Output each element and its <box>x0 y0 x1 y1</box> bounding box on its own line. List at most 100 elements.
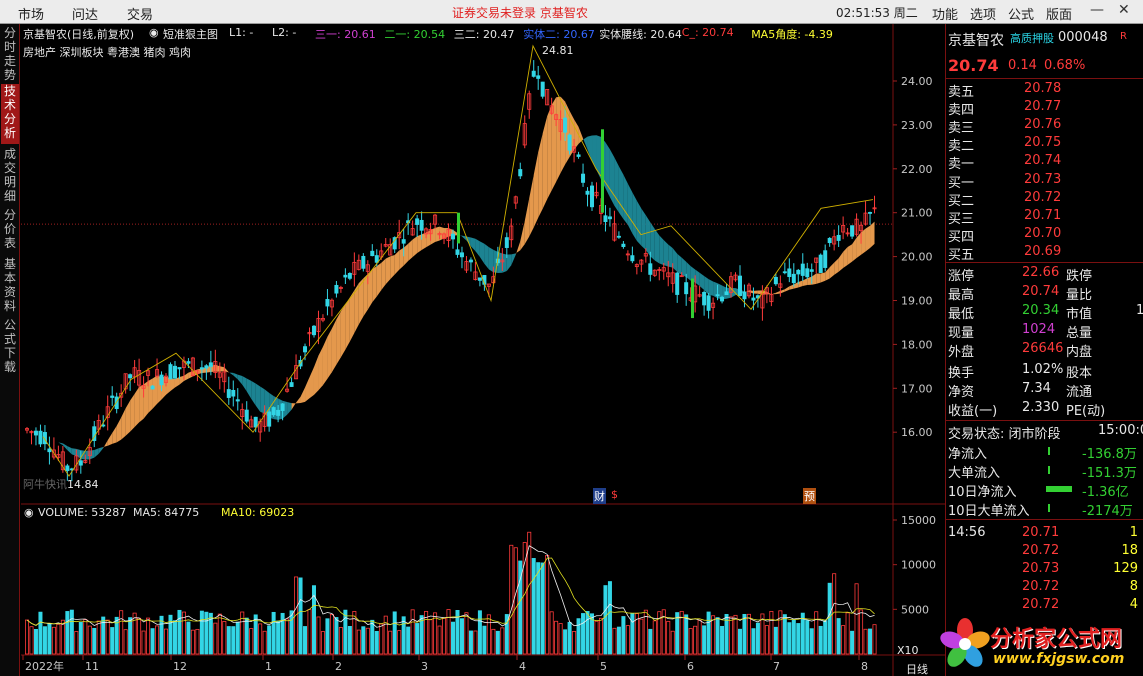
ma-ribbon-segment <box>385 256 391 285</box>
indicator-8: MA5角度: -4.39 <box>751 28 833 41</box>
ask-0-label: 卖五 <box>948 85 975 100</box>
formula-dropdown-icon[interactable]: ◉ <box>149 26 159 39</box>
ask-2-price[interactable]: 20.76 <box>1024 117 1061 132</box>
candle-body <box>253 416 258 428</box>
bid-1-price[interactable]: 20.72 <box>1024 190 1061 205</box>
volume-bar <box>827 582 832 655</box>
bid-3-label: 买四 <box>948 230 975 245</box>
volume-bar <box>872 624 877 655</box>
ma-ribbon-segment <box>470 237 476 252</box>
tab-basic-info[interactable]: 基本资料 <box>1 257 19 315</box>
bid-3-price[interactable]: 20.70 <box>1024 226 1061 241</box>
volume-bar <box>769 610 774 655</box>
ma-ribbon-segment <box>237 374 243 385</box>
candle-body <box>800 263 805 276</box>
volume-bar <box>213 622 218 655</box>
volume-bar <box>379 623 384 655</box>
finance-badge[interactable]: 财 <box>593 488 606 504</box>
volume-bar <box>83 619 88 655</box>
ma-ribbon-segment <box>856 232 862 259</box>
kline-svg[interactable]: 24.00 23.00 22.00 21.00 20.00 19.00 18.00 17.00… <box>21 24 945 676</box>
ma-ribbon-segment <box>708 279 714 296</box>
volume-bar <box>652 620 657 655</box>
volume-bar <box>365 627 370 655</box>
dollar-badge[interactable]: $ <box>611 488 618 501</box>
volume-bar <box>791 619 796 655</box>
tab-intraday[interactable]: 分时走势 <box>1 26 19 82</box>
volume-menu-icon[interactable]: ◉ <box>24 506 34 519</box>
ma-ribbon-segment <box>636 200 642 246</box>
volume-bar <box>150 628 155 655</box>
volume-bar <box>531 558 536 655</box>
tab-formula-download[interactable]: 公式下载 <box>1 318 19 376</box>
volume-bar <box>594 620 599 655</box>
ma-ribbon-segment <box>170 378 175 391</box>
formula-name[interactable]: 短准狠主图 <box>163 26 218 42</box>
login-notice[interactable]: 证券交易未登录 京基智农 <box>452 4 588 21</box>
menu-layout[interactable]: 版面 <box>1046 4 1072 23</box>
candle-body <box>168 364 173 380</box>
candle-body <box>720 296 725 302</box>
volume-bar <box>446 609 451 655</box>
volume-bar <box>29 626 34 655</box>
ma-ribbon-segment <box>533 152 539 228</box>
ask-1-label: 卖四 <box>948 103 975 118</box>
date-tick-label: 1 <box>265 660 272 673</box>
chart-area[interactable]: 24.00 23.00 22.00 21.00 20.00 19.00 18.00 17.00… <box>21 24 945 676</box>
bid-2-price[interactable]: 20.71 <box>1024 208 1061 223</box>
bid-0-price[interactable]: 20.73 <box>1024 172 1061 187</box>
candle-body <box>585 190 590 195</box>
tab-technical[interactable]: 技术分析 <box>1 84 19 144</box>
ask-1-price[interactable]: 20.77 <box>1024 99 1061 114</box>
minimize-icon[interactable]: — <box>1090 2 1104 18</box>
vol-tick-label: 15000 <box>901 514 936 527</box>
volume-bar <box>307 609 312 655</box>
ask-3-price[interactable]: 20.75 <box>1024 135 1061 150</box>
ma-ribbon-segment <box>143 380 149 419</box>
menu-formula[interactable]: 公式 <box>1008 4 1034 23</box>
volume-bar <box>96 620 101 655</box>
ma-ribbon-segment <box>219 366 225 372</box>
date-tick-label: 6 <box>687 660 694 673</box>
stat-value: 22.66 <box>1022 265 1060 280</box>
indicator-1: L2: - <box>272 26 297 39</box>
ma-ribbon-segment <box>506 254 512 271</box>
ask-4-price[interactable]: 20.74 <box>1024 153 1061 168</box>
ma-ribbon-segment <box>560 96 566 173</box>
volume-bar <box>119 610 124 655</box>
ma-ribbon-segment <box>340 304 346 358</box>
ma-ribbon-segment <box>654 229 660 264</box>
ma-ribbon-segment <box>775 290 781 295</box>
tab-trades[interactable]: 成交明细 <box>1 147 19 205</box>
volume-bar <box>374 631 379 655</box>
period-label[interactable]: 日线 <box>906 661 928 676</box>
flow-label: 10日净流入 <box>948 485 1017 500</box>
ma-ribbon-segment <box>327 328 332 379</box>
nav-trade[interactable]: 交易 <box>127 4 153 23</box>
ma-ribbon-segment <box>609 149 615 206</box>
ma-ribbon-segment <box>641 208 646 251</box>
date-tick-label: 2022年 <box>25 659 64 673</box>
menu-function[interactable]: 功能 <box>932 4 958 23</box>
stat-label: 涨停 <box>948 269 975 284</box>
nav-market[interactable]: 市场 <box>18 4 44 23</box>
forecast-badge[interactable]: 预 <box>803 488 816 504</box>
volume-bar <box>267 625 272 655</box>
ask-0-price[interactable]: 20.78 <box>1024 81 1061 96</box>
ma-ribbon-segment <box>547 104 552 200</box>
ma-ribbon-segment <box>520 221 525 251</box>
ma-ribbon-segment <box>515 241 521 255</box>
ma-ribbon-segment <box>695 269 700 287</box>
bid-4-price[interactable]: 20.69 <box>1024 244 1061 259</box>
volume-bar <box>316 616 321 655</box>
volume-bar <box>778 610 783 655</box>
nav-wenda[interactable]: 问达 <box>72 4 98 23</box>
ma-ribbon-segment <box>861 228 866 255</box>
candle-body <box>226 389 231 398</box>
pledge-tag[interactable]: 高质押股 <box>1010 30 1054 46</box>
volume-bar <box>536 562 541 655</box>
tab-price-table[interactable]: 分价表 <box>1 208 19 254</box>
close-icon[interactable]: ✕ <box>1118 2 1130 18</box>
ma-ribbon-segment <box>336 311 341 365</box>
menu-options[interactable]: 选项 <box>970 4 996 23</box>
